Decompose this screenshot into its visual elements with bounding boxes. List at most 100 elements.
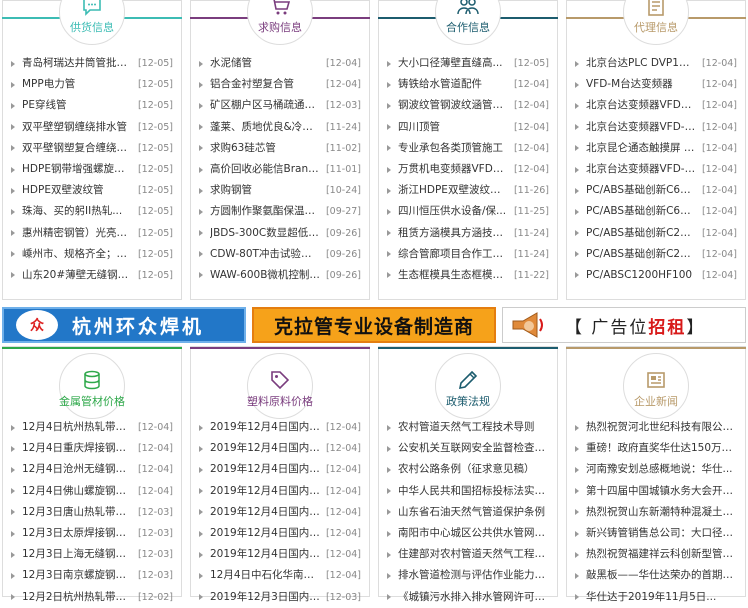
list-item-title[interactable]: 北京台达变频器VFD-M... — [586, 159, 696, 180]
list-item[interactable]: 热烈祝贺福建祥云科创新型管业... — [567, 544, 745, 565]
list-item[interactable]: VFD-M台达变频器 [12-04] — [567, 74, 745, 95]
list-item-title[interactable]: 排水管道检测与评估作业能力评... — [398, 565, 549, 586]
list-item-title[interactable]: 双平壁塑钢缠绕排水管 — [22, 117, 132, 138]
list-item[interactable]: 北京台达变频器VFD-CP... [12-04] — [567, 117, 745, 138]
list-item-title[interactable]: 12月4日佛山螺旋钢管... — [22, 481, 132, 502]
list-item[interactable]: 12月3日上海无缝钢管... [12-03] — [3, 544, 181, 565]
list-item[interactable]: 12月3日南京螺旋钢管... [12-03] — [3, 565, 181, 586]
list-item-title[interactable]: 2019年12月3日国内塑... — [210, 587, 320, 608]
list-item-title[interactable]: 12月2日杭州热轧带钢... — [22, 587, 132, 608]
list-item-title[interactable]: 北京昆仑通态触摸屏 T... — [586, 138, 696, 159]
list-item[interactable]: 山东20#薄壁无缝钢管... [12-05] — [3, 265, 181, 286]
list-item-title[interactable]: 12月4日杭州热轧带钢... — [22, 417, 132, 438]
ad-space-for-rent[interactable]: 【 广告位招租】 — [502, 307, 746, 343]
list-item-title[interactable]: VFD-M台达变频器 — [586, 74, 696, 95]
list-item[interactable]: 四川顶管 [12-04] — [379, 117, 557, 138]
list-item-title[interactable]: 公安机关互联网安全监督检查规... — [398, 438, 549, 459]
list-item-title[interactable]: 农村公路条例（征求意见稿） — [398, 459, 549, 480]
list-item-title[interactable]: PE穿线管 — [22, 95, 132, 116]
panel-header-badge[interactable]: 代理信息 — [623, 0, 689, 45]
list-item-title[interactable]: 河南豫安划总感概地说：华仕... — [586, 459, 737, 480]
list-item[interactable]: HDPE钢带增强螺旋波纹... [12-05] — [3, 159, 181, 180]
list-item[interactable]: 北京台达变频器VFD015... [12-04] — [567, 95, 745, 116]
list-item-title[interactable]: 12月3日太原焊接钢管... — [22, 523, 132, 544]
list-item-title[interactable]: 2019年12月4日国内塑... — [210, 417, 320, 438]
panel-header-badge[interactable]: 金属管材价格 — [59, 353, 125, 419]
list-item[interactable]: 北京台达PLC DVP14SS2... [12-04] — [567, 53, 745, 74]
list-item-title[interactable]: 求购63硅芯管 — [210, 138, 320, 159]
list-item[interactable]: PE穿线管 [12-05] — [3, 95, 181, 116]
list-item[interactable]: 北京昆仑通态触摸屏 T... [12-04] — [567, 138, 745, 159]
list-item-title[interactable]: 重磅！政府直奖华仕达150万元... — [586, 438, 737, 459]
list-item-title[interactable]: MPP电力管 — [22, 74, 132, 95]
list-item-title[interactable]: 12月4日重庆焊接钢管... — [22, 438, 132, 459]
list-item[interactable]: 12月3日唐山热轧带钢... [12-03] — [3, 502, 181, 523]
list-item[interactable]: 河南豫安划总感概地说：华仕... — [567, 459, 745, 480]
list-item[interactable]: 农村管道天然气工程技术导则 — [379, 417, 557, 438]
list-item-title[interactable]: 12月3日南京螺旋钢管... — [22, 565, 132, 586]
list-item-title[interactable]: 《城镇污水排入排水管网许可管... — [398, 587, 549, 608]
list-item[interactable]: 12月4日杭州热轧带钢... [12-04] — [3, 417, 181, 438]
list-item[interactable]: PC/ABS基础创新C29501... [12-04] — [567, 223, 745, 244]
panel-header-badge[interactable]: 供货信息 — [59, 0, 125, 45]
list-item-title[interactable]: 综合管廊项目合作工程... — [398, 244, 508, 265]
list-item[interactable]: 农村公路条例（征求意见稿） — [379, 459, 557, 480]
list-item-title[interactable]: 中华人民共和国招标投标法实施... — [398, 481, 549, 502]
list-item-title[interactable]: 山东省石油天然气管道保护条例 — [398, 502, 549, 523]
list-item[interactable]: 12月3日太原焊接钢管... [12-03] — [3, 523, 181, 544]
list-item-title[interactable]: 专业承包各类顶管施工 — [398, 138, 508, 159]
list-item-title[interactable]: PC/ABS基础创新C66001... — [586, 180, 696, 201]
list-item-title[interactable]: 农村管道天然气工程技术导则 — [398, 417, 549, 438]
list-item[interactable]: HDPE双壁波纹管 [12-05] — [3, 180, 181, 201]
list-item[interactable]: 中华人民共和国招标投标法实施... — [379, 481, 557, 502]
panel-header-badge[interactable]: 合作信息 — [435, 0, 501, 45]
ad-hangzhou-welder[interactable]: 众 杭州环众焊机 — [2, 307, 246, 343]
list-item-title[interactable]: 12月3日上海无缝钢管... — [22, 544, 132, 565]
list-item[interactable]: 敲黑板——华仕达荣办的首期专... — [567, 565, 745, 586]
list-item-title[interactable]: 2019年12月4日国内塑... — [210, 438, 320, 459]
list-item-title[interactable]: 租赁方涵模具方涵技术... — [398, 223, 508, 244]
list-item[interactable]: 2019年12月4日国内塑... [12-04] — [191, 438, 369, 459]
list-item-title[interactable]: 2019年12月4日国内塑... — [210, 481, 320, 502]
list-item[interactable]: 热烈祝贺河北世纪科技有限公司... — [567, 417, 745, 438]
ad-krah-pipe[interactable]: 克拉管专业设备制造商 — [252, 307, 496, 343]
list-item-title[interactable]: 12月3日唐山热轧带钢... — [22, 502, 132, 523]
list-item-title[interactable]: 敲黑板——华仕达荣办的首期专... — [586, 565, 737, 586]
list-item[interactable]: 12月2日杭州热轧带钢... [12-02] — [3, 587, 181, 608]
list-item[interactable]: 12月4日中石化华南PP... [12-04] — [191, 565, 369, 586]
list-item[interactable]: 求购钢管 [10-24] — [191, 180, 369, 201]
list-item[interactable]: WAW-600B微机控制电液... [09-26] — [191, 265, 369, 286]
list-item-title[interactable]: HDPE钢带增强螺旋波纹... — [22, 159, 132, 180]
list-item-title[interactable]: 热烈祝贺山东新潮特种混凝土构... — [586, 502, 737, 523]
list-item[interactable]: 嵊州市、规格齐全；20... [12-05] — [3, 244, 181, 265]
list-item-title[interactable]: 北京台达PLC DVP14SS2... — [586, 53, 696, 74]
list-item-title[interactable]: 山东20#薄壁无缝钢管... — [22, 265, 132, 286]
list-item[interactable]: 《城镇污水排入排水管网许可管... — [379, 587, 557, 608]
list-item[interactable]: 南阳市中心城区公共供水管网覆... — [379, 523, 557, 544]
list-item[interactable]: 租赁方涵模具方涵技术... [11-24] — [379, 223, 557, 244]
list-item[interactable]: 12月4日沧州无缝钢管... [12-04] — [3, 459, 181, 480]
list-item[interactable]: 重磅！政府直奖华仕达150万元... — [567, 438, 745, 459]
list-item[interactable]: 惠州精密钢管）光亮管... [12-05] — [3, 223, 181, 244]
list-item-title[interactable]: 万贯机电变频器VFD0... — [398, 159, 508, 180]
list-item[interactable]: 山东省石油天然气管道保护条例 — [379, 502, 557, 523]
list-item[interactable]: 公安机关互联网安全监督检查规... — [379, 438, 557, 459]
list-item-title[interactable]: 住建部对农村管道天然气工程技... — [398, 544, 549, 565]
list-item[interactable]: 矿区棚户区马桶疏通兼... [12-03] — [191, 95, 369, 116]
list-item-title[interactable]: 方圆制作聚氨酯保温钢... — [210, 201, 320, 222]
list-item[interactable]: 铝合金衬塑复合管 [12-04] — [191, 74, 369, 95]
panel-header-badge[interactable]: 政策法规 — [435, 353, 501, 419]
list-item[interactable]: 水泥储管 [12-04] — [191, 53, 369, 74]
list-item[interactable]: PC/ABS基础创新C66001... [12-04] — [567, 180, 745, 201]
list-item[interactable]: 华仕达于2019年11月5日... — [567, 587, 745, 608]
list-item-title[interactable]: PC/ABS基础创新C28001... — [586, 244, 696, 265]
list-item-title[interactable]: 热烈祝贺河北世纪科技有限公司... — [586, 417, 737, 438]
list-item[interactable]: 双平壁钢塑复合缠绕排... [12-05] — [3, 138, 181, 159]
list-item-title[interactable]: PC/ABS基础创新C29501... — [586, 223, 696, 244]
list-item[interactable]: 蓬莱、质地优良&冷拔... [11-24] — [191, 117, 369, 138]
list-item[interactable]: PC/ABS基础创新C28001... [12-04] — [567, 244, 745, 265]
list-item-title[interactable]: 新兴铸管销售总公司：大口径球... — [586, 523, 737, 544]
list-item-title[interactable]: 第十四届中国城镇水务大会开幕... — [586, 481, 737, 502]
list-item[interactable]: 高价回收必能信Branso... [11-01] — [191, 159, 369, 180]
list-item-title[interactable]: 惠州精密钢管）光亮管... — [22, 223, 132, 244]
